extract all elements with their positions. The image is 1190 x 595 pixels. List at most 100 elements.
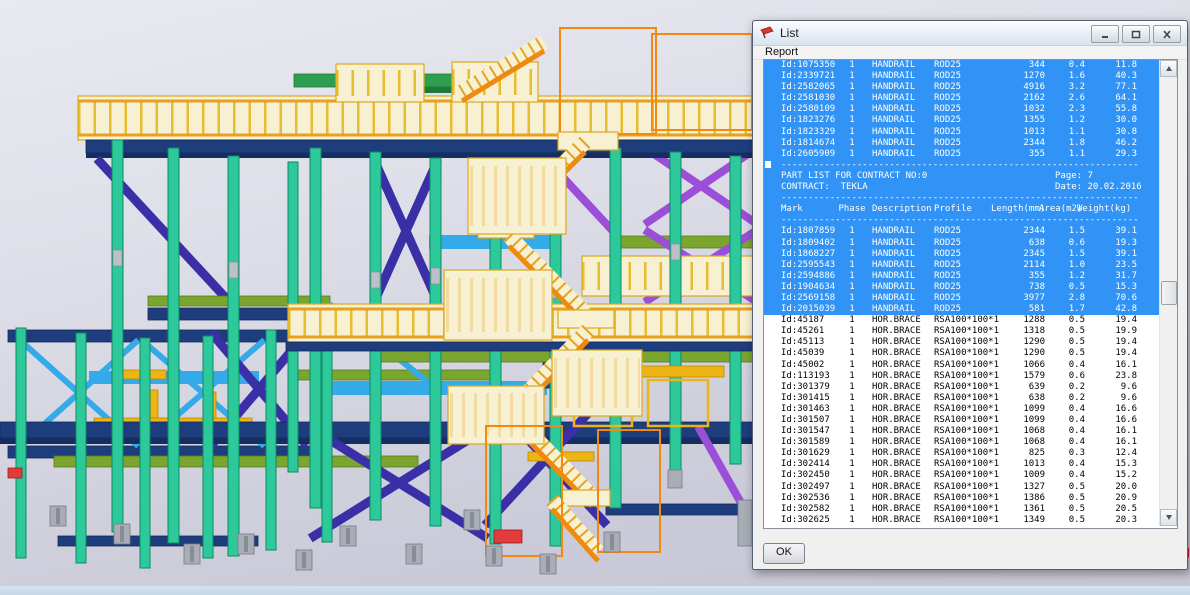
cell: Id:302582 xyxy=(781,504,830,515)
cell: 1 xyxy=(834,293,870,304)
cell: Id:2581030 xyxy=(781,93,835,104)
cell: Id:45261 xyxy=(781,326,824,337)
cell: 1 xyxy=(834,238,870,249)
minimize-button[interactable] xyxy=(1091,25,1119,43)
cell: 16.6 xyxy=(1061,404,1137,415)
scroll-up-button[interactable] xyxy=(1160,60,1177,77)
cell: ROD25 xyxy=(934,282,961,293)
cell: Id:1809402 xyxy=(781,238,835,249)
report-row[interactable]: Id:3014151HOR.BRACERSA100*100*16380.29.6 xyxy=(764,393,1160,404)
cell: HOR.BRACE xyxy=(872,371,921,382)
report-row[interactable]: Id:25955431HANDRAILROD2521141.023.5 xyxy=(764,260,1160,271)
cell: 15.3 xyxy=(1061,282,1137,293)
report-row[interactable]: Id:3024141HOR.BRACERSA100*100*110130.415… xyxy=(764,459,1160,470)
report-row[interactable]: Id:3025821HOR.BRACERSA100*100*113610.520… xyxy=(764,504,1160,515)
ok-button[interactable]: OK xyxy=(763,543,805,564)
report-row[interactable]: Id:18094021HANDRAILROD256380.619.3 xyxy=(764,238,1160,249)
report-row[interactable]: Id:18146741HANDRAILROD2523441.846.2 xyxy=(764,138,1160,149)
cell: Id:2015039 xyxy=(781,304,835,315)
report-row[interactable]: Id:20150391HANDRAILROD255811.742.8 xyxy=(764,304,1160,315)
cell: 1 xyxy=(834,493,870,504)
report-row[interactable]: Id:25820651HANDRAILROD2549163.277.1 xyxy=(764,82,1160,93)
window-titlebar[interactable]: List xyxy=(753,21,1187,46)
cell: ROD25 xyxy=(934,260,961,271)
cell: HOR.BRACE xyxy=(872,515,921,526)
cell: 9.6 xyxy=(1061,382,1137,393)
menu-item-report[interactable]: Report xyxy=(765,46,798,59)
cell: Id:2595543 xyxy=(781,260,835,271)
report-separator-line[interactable]: ----------------------------------------… xyxy=(764,215,1160,226)
cell: 1 xyxy=(834,482,870,493)
report-row[interactable]: Id:450021HOR.BRACERSA100*100*110660.416.… xyxy=(764,360,1160,371)
report-row[interactable]: Id:25801091HANDRAILROD2510322.355.8 xyxy=(764,104,1160,115)
cell: Weight(kg) xyxy=(1077,204,1131,215)
menubar: Report xyxy=(753,46,1187,60)
report-row[interactable]: Id:25948861HANDRAILROD253551.231.7 xyxy=(764,271,1160,282)
cell: HOR.BRACE xyxy=(872,360,921,371)
report-row[interactable]: Id:18078591HANDRAILROD2523441.539.1 xyxy=(764,226,1160,237)
cell: Id:302450 xyxy=(781,470,830,481)
scroll-down-button[interactable] xyxy=(1160,509,1177,526)
cell: Id:1807859 xyxy=(781,226,835,237)
report-row[interactable]: Id:3016291HOR.BRACERSA100*100*18250.312.… xyxy=(764,448,1160,459)
report-separator-line[interactable]: ----------------------------------------… xyxy=(764,193,1160,204)
report-row[interactable]: Id:23397211HANDRAILROD2512701.640.3 xyxy=(764,71,1160,82)
report-row[interactable]: Id:3015471HOR.BRACERSA100*100*110680.416… xyxy=(764,426,1160,437)
cell: Phase xyxy=(834,204,870,215)
cell: Length(mm) xyxy=(991,204,1045,215)
report-row[interactable]: Id:25691581HANDRAILROD2539772.870.6 xyxy=(764,293,1160,304)
cell: 30.0 xyxy=(1061,115,1137,126)
cell: Id:301629 xyxy=(781,448,830,459)
report-row[interactable]: Id:3024971HOR.BRACERSA100*100*113270.520… xyxy=(764,482,1160,493)
cell: ROD25 xyxy=(934,115,961,126)
report-row[interactable]: Id:3015891HOR.BRACERSA100*100*110680.416… xyxy=(764,437,1160,448)
report-listbox[interactable]: Id:10753501HANDRAILROD253440.411.8Id:233… xyxy=(763,59,1178,529)
cell: HOR.BRACE xyxy=(872,426,921,437)
cell: HANDRAIL xyxy=(872,260,915,271)
report-row[interactable]: Id:10753501HANDRAILROD253440.411.8 xyxy=(764,60,1160,71)
cell: 31.7 xyxy=(1061,271,1137,282)
model-viewport[interactable]: .cg{fill:#2ec99a;stroke:#0d8a64;stroke-w… xyxy=(0,0,1190,595)
report-row[interactable]: Id:26059091HANDRAILROD253551.129.3 xyxy=(764,149,1160,160)
cell: 1 xyxy=(834,448,870,459)
cell: HOR.BRACE xyxy=(872,493,921,504)
report-row[interactable]: Id:18682271HANDRAILROD2523451.539.1 xyxy=(764,249,1160,260)
report-row[interactable]: Id:452611HOR.BRACERSA100*100*113180.519.… xyxy=(764,326,1160,337)
report-row[interactable]: Id:3015071HOR.BRACERSA100*100*110990.416… xyxy=(764,415,1160,426)
report-column-header-line[interactable]: MarkPhaseDescriptionProfileLength(mm)Are… xyxy=(764,204,1160,215)
report-row[interactable]: Id:25810301HANDRAILROD2521622.664.1 xyxy=(764,93,1160,104)
report-row[interactable]: Id:3025361HOR.BRACERSA100*100*113860.520… xyxy=(764,493,1160,504)
report-row[interactable]: Id:19046341HANDRAILROD257380.515.3 xyxy=(764,282,1160,293)
cell: 1 xyxy=(834,426,870,437)
list-dialog: List Report Id:10753501HANDRAILROD253440… xyxy=(752,20,1188,570)
cell: ROD25 xyxy=(934,71,961,82)
cell: HOR.BRACE xyxy=(872,382,921,393)
cell: 40.3 xyxy=(1061,71,1137,82)
report-row[interactable]: Id:18232761HANDRAILROD2513551.230.0 xyxy=(764,115,1160,126)
scroll-thumb[interactable] xyxy=(1161,281,1177,305)
report-info-line[interactable]: PART LIST FOR CONTRACT NO:0Page: 7 xyxy=(764,171,1160,182)
report-row[interactable]: Id:3026251HOR.BRACERSA100*100*113490.520… xyxy=(764,515,1160,526)
report-row[interactable]: Id:3024501HOR.BRACERSA100*100*110090.415… xyxy=(764,470,1160,481)
cell: 23.8 xyxy=(1061,371,1137,382)
cell: HANDRAIL xyxy=(872,138,915,149)
cell: CONTRACT: TEKLA xyxy=(781,182,868,193)
report-row[interactable]: Id:3014631HOR.BRACERSA100*100*110990.416… xyxy=(764,404,1160,415)
cell: 39.1 xyxy=(1061,249,1137,260)
report-row[interactable]: Id:3013791HOR.BRACERSA100*100*16390.29.6 xyxy=(764,382,1160,393)
report-row[interactable]: Id:1131931HOR.BRACERSA100*100*115790.623… xyxy=(764,371,1160,382)
cell: HOR.BRACE xyxy=(872,326,921,337)
report-row[interactable]: Id:451871HOR.BRACERSA100*100*112880.519.… xyxy=(764,315,1160,326)
maximize-icon xyxy=(1131,30,1141,39)
cell: HANDRAIL xyxy=(872,71,915,82)
cell: HANDRAIL xyxy=(872,293,915,304)
close-button[interactable] xyxy=(1153,25,1181,43)
report-separator-line[interactable]: ----------------------------------------… xyxy=(764,160,1160,171)
vertical-scrollbar[interactable] xyxy=(1159,60,1177,526)
report-info-line[interactable]: CONTRACT: TEKLADate: 20.02.2016 xyxy=(764,182,1160,193)
report-row[interactable]: Id:451131HOR.BRACERSA100*100*112900.519.… xyxy=(764,337,1160,348)
cell: 16.1 xyxy=(1061,360,1137,371)
report-row[interactable]: Id:18233291HANDRAILROD2510131.130.8 xyxy=(764,127,1160,138)
report-row[interactable]: Id:450391HOR.BRACERSA100*100*112900.519.… xyxy=(764,348,1160,359)
maximize-button[interactable] xyxy=(1122,25,1150,43)
